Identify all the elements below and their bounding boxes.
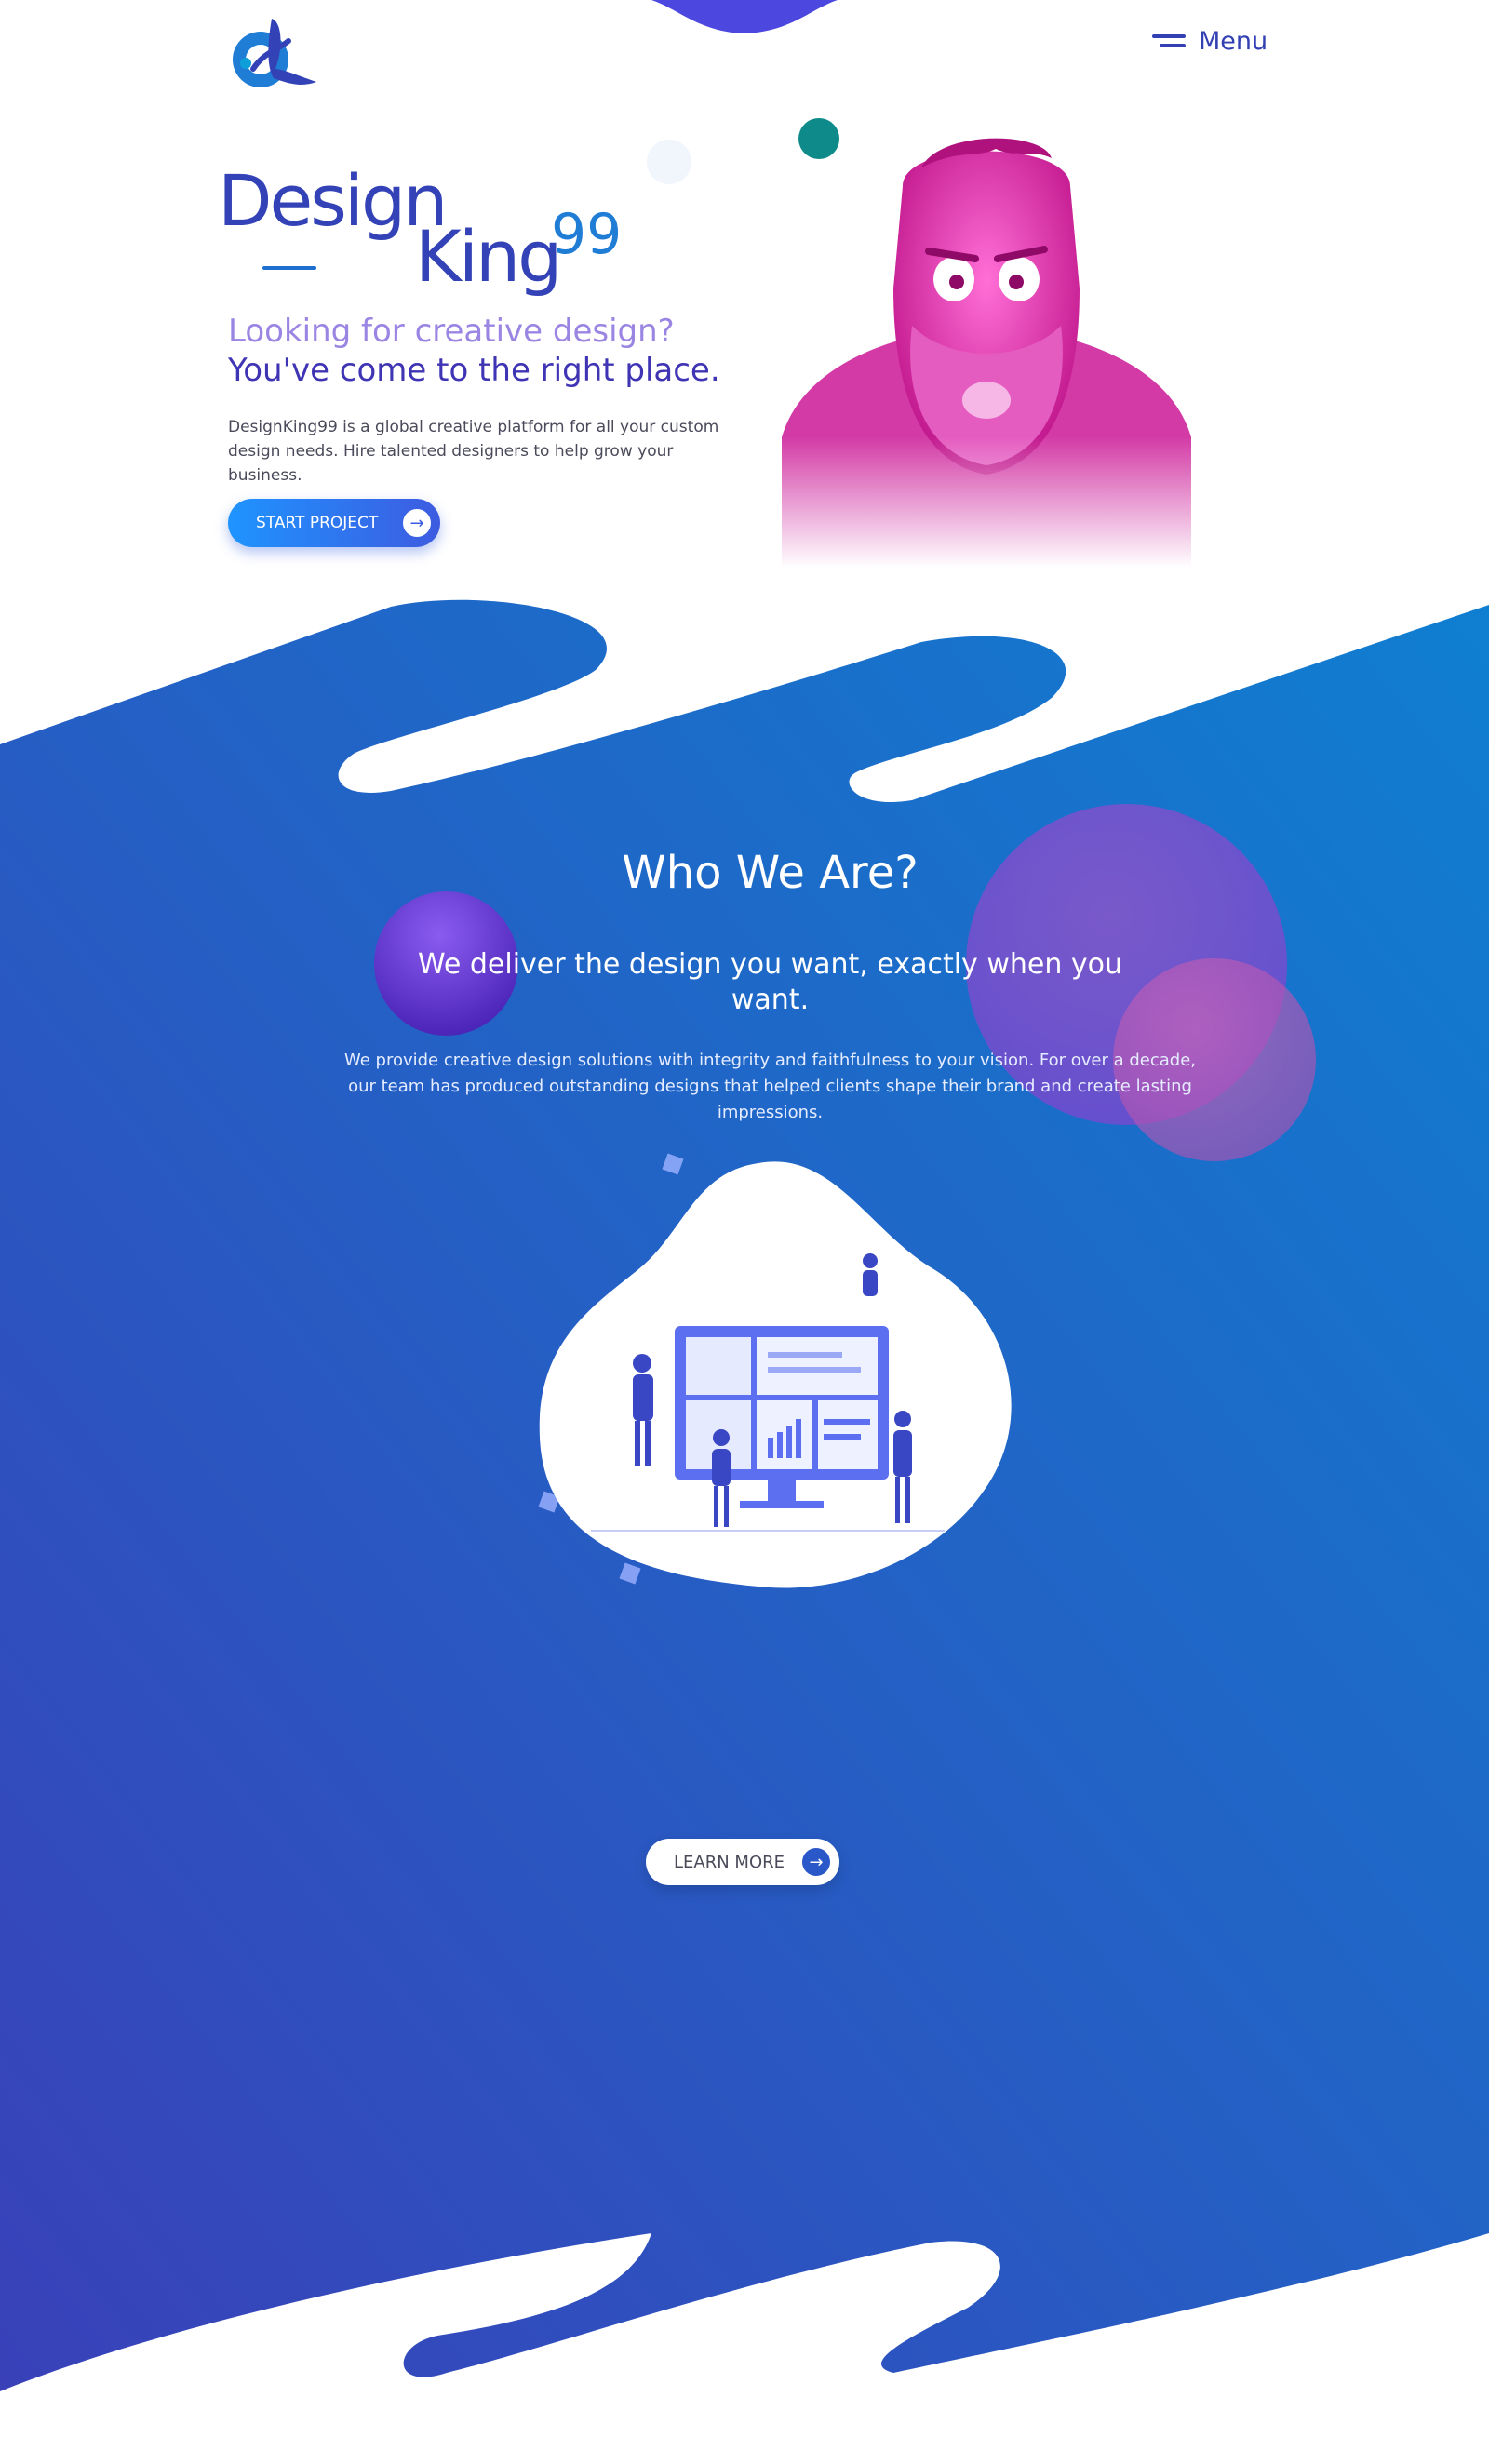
who-we-are-title: Who We Are?	[622, 847, 919, 899]
logo-icon[interactable]	[227, 13, 320, 97]
arrow-right-icon: →	[802, 1848, 830, 1876]
arrow-right-icon: →	[403, 509, 431, 537]
menu-button[interactable]: Menu	[1152, 24, 1268, 58]
hero-tagline-2: You've come to the right place.	[228, 352, 720, 389]
menu-label: Menu	[1199, 26, 1268, 56]
who-we-are-subtitle: We deliver the design you want, exactly …	[417, 948, 1123, 1016]
hero-tagline-1: Looking for creative design?	[228, 313, 675, 350]
start-project-label: START PROJECT	[256, 514, 379, 532]
hero-description: DesignKing99 is a global creative platfo…	[228, 418, 719, 485]
brand-title-99: 99	[551, 202, 623, 267]
character-illustration	[763, 130, 1210, 568]
top-tab-decoration	[651, 0, 838, 33]
menu-icon	[1152, 33, 1186, 49]
brand-title-king: King	[415, 215, 562, 298]
brand-underline	[262, 266, 316, 270]
learn-more-button[interactable]: LEARN MORE →	[646, 1839, 839, 1885]
brand-title-design: Design	[218, 159, 448, 242]
start-project-button[interactable]: START PROJECT →	[228, 499, 440, 547]
floating-image-icon	[647, 140, 691, 184]
team-dashboard-illustration	[539, 1161, 1012, 1588]
who-we-are-text: We provide creative design solutions wit…	[343, 1051, 1196, 1122]
learn-more-label: LEARN MORE	[674, 1852, 785, 1872]
